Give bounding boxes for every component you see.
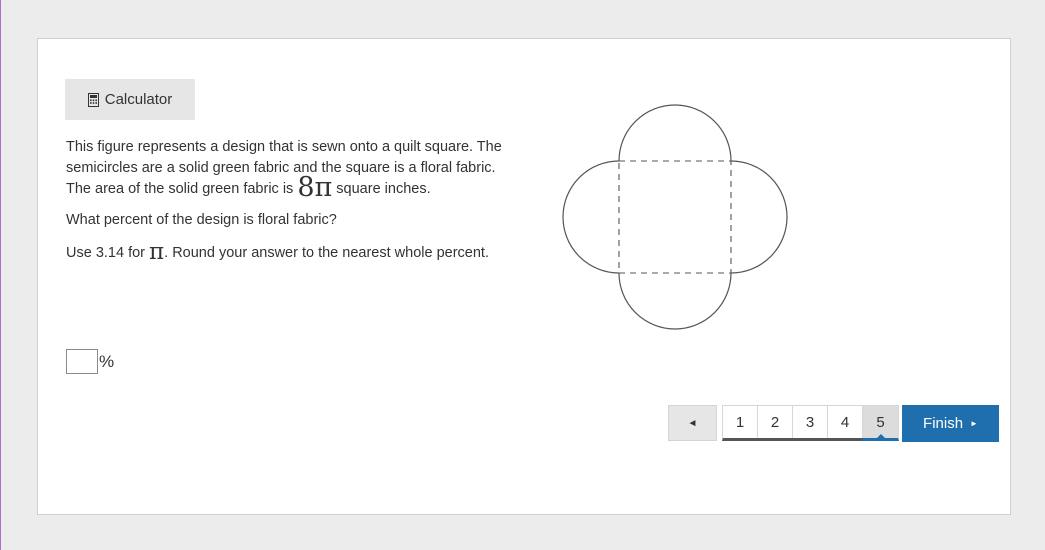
previous-button[interactable]: ◄ bbox=[668, 405, 717, 441]
finish-button[interactable]: Finish ► bbox=[902, 405, 999, 442]
finish-arrow-icon: ► bbox=[970, 419, 978, 428]
finish-label: Finish bbox=[923, 415, 964, 432]
question-text: What percent of the design is floral fab… bbox=[66, 212, 337, 228]
center-square bbox=[618, 160, 732, 274]
problem-text: This figure represents a design that is … bbox=[66, 137, 511, 264]
page-button-2[interactable]: 2 bbox=[758, 406, 793, 438]
bottom-semicircle bbox=[618, 272, 732, 330]
left-semicircle bbox=[562, 160, 620, 274]
calculator-button[interactable]: Calculator bbox=[65, 79, 195, 120]
instruction-suffix: . Round your answer to the nearest whole… bbox=[164, 245, 489, 261]
problem-paragraph: This figure represents a design that is … bbox=[66, 137, 511, 203]
previous-arrow-icon: ◄ bbox=[687, 417, 698, 429]
page-button-1[interactable]: 1 bbox=[723, 406, 758, 438]
percent-unit: % bbox=[99, 351, 115, 371]
instruction-prefix: Use 3.14 for bbox=[66, 245, 150, 261]
page-button-3[interactable]: 3 bbox=[793, 406, 828, 438]
calculator-icon bbox=[87, 92, 99, 107]
window-left-edge bbox=[0, 0, 1, 550]
page-navigation: 1 2 3 4 5 bbox=[722, 405, 899, 441]
page-button-4[interactable]: 4 bbox=[828, 406, 863, 438]
top-semicircle bbox=[618, 104, 732, 162]
rounding-instruction: Use 3.14 for π. Round your answer to the… bbox=[66, 241, 511, 264]
area-math-expression: 8π bbox=[297, 172, 333, 203]
quilt-figure bbox=[560, 102, 792, 337]
problem-statement-end: square inches. bbox=[332, 181, 431, 197]
right-semicircle bbox=[730, 160, 788, 274]
problem-statement: This figure represents a design that is … bbox=[66, 139, 502, 197]
answer-input[interactable] bbox=[66, 349, 98, 374]
pi-symbol: π bbox=[149, 239, 165, 265]
answer-area: % bbox=[66, 349, 114, 374]
page-button-5-current[interactable]: 5 bbox=[862, 406, 898, 441]
calculator-label: Calculator bbox=[104, 91, 173, 108]
